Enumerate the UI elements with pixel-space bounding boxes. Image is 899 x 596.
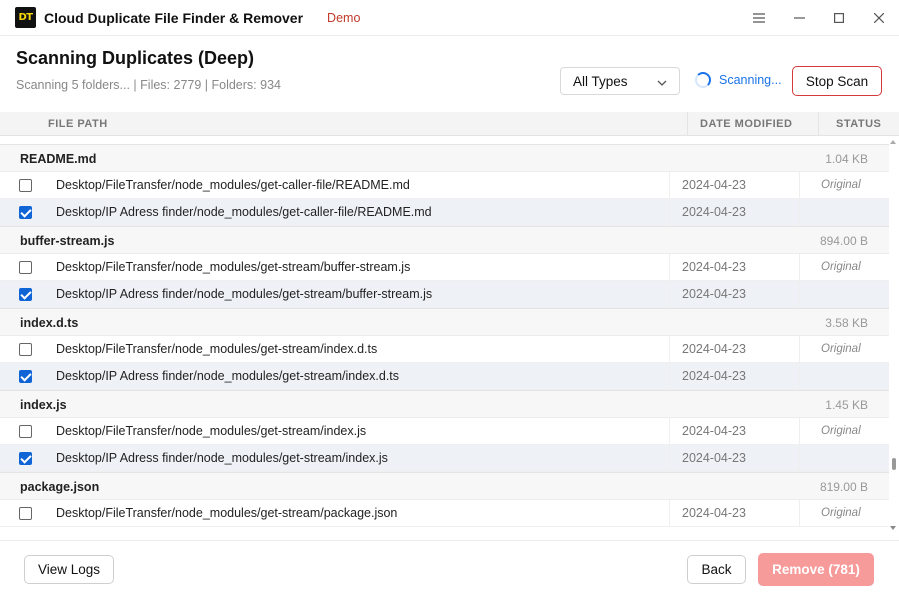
view-logs-button[interactable]: View Logs xyxy=(24,555,114,584)
table-row[interactable]: Desktop/FileTransfer/node_modules/get-st… xyxy=(0,254,889,281)
file-status: Original xyxy=(821,261,861,273)
file-path: Desktop/IP Adress finder/node_modules/ge… xyxy=(56,205,432,219)
row-checkbox[interactable] xyxy=(19,343,32,356)
file-status: Original xyxy=(821,343,861,355)
date-modified: 2024-04-23 xyxy=(682,287,746,301)
group-header: index.d.ts 3.58 KB xyxy=(0,308,889,336)
scroll-thumb[interactable] xyxy=(892,458,896,470)
group-file-size: 1.04 KB xyxy=(825,152,868,166)
file-path: Desktop/FileTransfer/node_modules/get-st… xyxy=(56,342,378,356)
hamburger-icon[interactable] xyxy=(739,0,779,36)
column-header-status[interactable]: STATUS xyxy=(836,118,881,130)
table-header: FILE PATH DATE MODIFIED STATUS xyxy=(0,112,899,136)
window-controls xyxy=(739,0,899,36)
file-path: Desktop/FileTransfer/node_modules/get-st… xyxy=(56,506,398,520)
scroll-up-icon[interactable] xyxy=(890,140,896,144)
scan-status-label: Scanning... xyxy=(719,73,782,87)
maximize-icon[interactable] xyxy=(819,0,859,36)
table-row[interactable]: Desktop/IP Adress finder/node_modules/ge… xyxy=(0,199,889,226)
file-status: Original xyxy=(821,425,861,437)
demo-badge: Demo xyxy=(327,10,361,25)
file-type-select-value: All Types xyxy=(573,73,628,89)
row-checkbox[interactable] xyxy=(19,370,32,383)
row-checkbox[interactable] xyxy=(19,261,32,274)
date-modified: 2024-04-23 xyxy=(682,369,746,383)
table-row[interactable]: Desktop/FileTransfer/node_modules/get-ca… xyxy=(0,172,889,199)
group-header: package.json 819.00 B xyxy=(0,472,889,500)
app-title: Cloud Duplicate File Finder & Remover xyxy=(44,9,304,26)
stop-scan-button[interactable]: Stop Scan xyxy=(792,66,882,96)
row-checkbox[interactable] xyxy=(19,507,32,520)
file-path: Desktop/FileTransfer/node_modules/get-st… xyxy=(56,424,367,438)
footer-bar: View Logs Back Remove (781) xyxy=(0,540,899,596)
group-file-size: 894.00 B xyxy=(819,234,868,248)
group-file-name: index.d.ts xyxy=(20,316,79,330)
group-file-name: index.js xyxy=(20,398,67,412)
group-file-size: 3.58 KB xyxy=(825,316,868,330)
close-icon[interactable] xyxy=(859,0,899,36)
group-header: buffer-stream.js 894.00 B xyxy=(0,226,889,254)
duplicates-table: FILE PATH DATE MODIFIED STATUS README.md… xyxy=(0,112,899,540)
scan-header: Scanning Duplicates (Deep) Scanning 5 fo… xyxy=(0,36,899,112)
row-checkbox[interactable] xyxy=(19,288,32,301)
date-modified: 2024-04-23 xyxy=(682,424,746,438)
file-path: Desktop/IP Adress finder/node_modules/ge… xyxy=(56,369,400,383)
table-row[interactable]: Desktop/FileTransfer/node_modules/get-st… xyxy=(0,336,889,363)
file-path: Desktop/FileTransfer/node_modules/get-st… xyxy=(56,260,411,274)
table-body: README.md 1.04 KB Desktop/FileTransfer/nod… xyxy=(0,136,889,527)
file-path: Desktop/IP Adress finder/node_modules/ge… xyxy=(56,451,388,465)
group-file-name: buffer-stream.js xyxy=(20,234,115,248)
date-modified: 2024-04-23 xyxy=(682,506,746,520)
page-title: Scanning Duplicates (Deep) xyxy=(16,48,255,68)
group-file-name: package.json xyxy=(20,480,100,494)
remove-button[interactable]: Remove (781) xyxy=(758,553,874,586)
row-checkbox[interactable] xyxy=(19,452,32,465)
date-modified: 2024-04-23 xyxy=(682,205,746,219)
date-modified: 2024-04-23 xyxy=(682,178,746,192)
group-header: index.js 1.45 KB xyxy=(0,390,889,418)
column-header-path[interactable]: FILE PATH xyxy=(48,118,108,130)
group-file-name: README.md xyxy=(20,152,97,166)
spinner-icon xyxy=(695,72,711,88)
file-path: Desktop/FileTransfer/node_modules/get-ca… xyxy=(56,178,410,192)
row-checkbox[interactable] xyxy=(19,179,32,192)
table-row[interactable]: Desktop/IP Adress finder/node_modules/ge… xyxy=(0,281,889,308)
scan-status: Scanning... xyxy=(695,72,782,88)
date-modified: 2024-04-23 xyxy=(682,451,746,465)
minimize-icon[interactable] xyxy=(779,0,819,36)
file-status: Original xyxy=(821,507,861,519)
file-status: Original xyxy=(821,179,861,191)
title-bar: DT Cloud Duplicate File Finder & Remover… xyxy=(0,0,899,36)
group-file-size: 1.45 KB xyxy=(825,398,868,412)
date-modified: 2024-04-23 xyxy=(682,260,746,274)
table-scrollbar[interactable] xyxy=(889,136,899,534)
column-header-date[interactable]: DATE MODIFIED xyxy=(700,118,792,130)
back-button[interactable]: Back xyxy=(687,555,746,584)
group-file-size: 819.00 B xyxy=(819,480,868,494)
table-row[interactable]: Desktop/IP Adress finder/node_modules/ge… xyxy=(0,445,889,472)
row-checkbox[interactable] xyxy=(19,425,32,438)
file-type-select[interactable]: All Types xyxy=(560,67,680,95)
date-modified: 2024-04-23 xyxy=(682,342,746,356)
table-row[interactable]: Desktop/IP Adress finder/node_modules/ge… xyxy=(0,363,889,390)
table-row[interactable]: Desktop/FileTransfer/node_modules/get-st… xyxy=(0,500,889,527)
app-logo-icon: DT xyxy=(15,7,36,28)
chevron-down-icon xyxy=(657,76,667,91)
group-header: README.md 1.04 KB xyxy=(0,144,889,172)
scan-progress-info: Scanning 5 folders... | Files: 2779 | Fo… xyxy=(16,78,281,92)
scroll-down-icon[interactable] xyxy=(890,526,896,530)
table-row[interactable]: Desktop/FileTransfer/node_modules/get-st… xyxy=(0,418,889,445)
file-path: Desktop/IP Adress finder/node_modules/ge… xyxy=(56,287,433,301)
row-checkbox[interactable] xyxy=(19,206,32,219)
